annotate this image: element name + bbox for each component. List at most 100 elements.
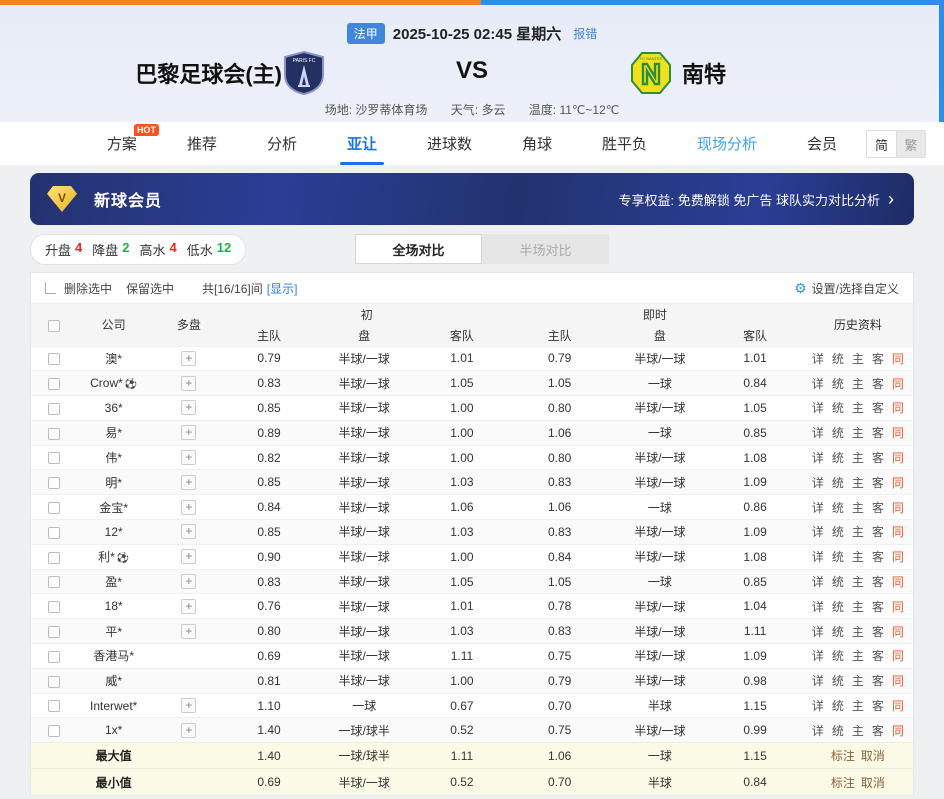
history-link-主[interactable]: 主 — [852, 699, 864, 713]
tab-分析[interactable]: 分析 — [267, 122, 297, 165]
history-link-客[interactable]: 客 — [872, 377, 884, 391]
history-link-客[interactable]: 客 — [872, 426, 884, 440]
expand-odds-button[interactable]: + — [181, 351, 196, 366]
history-link-详[interactable]: 详 — [812, 501, 824, 515]
row-checkbox[interactable] — [48, 725, 60, 737]
company-name[interactable]: 盈* — [105, 575, 122, 589]
history-link-详[interactable]: 详 — [812, 600, 824, 614]
history-link-同[interactable]: 同 — [892, 724, 904, 738]
history-link-客[interactable]: 客 — [872, 600, 884, 614]
settings-customize-button[interactable]: ⚙ 设置/选择自定义 — [794, 280, 899, 297]
history-link-统[interactable]: 统 — [832, 501, 844, 515]
tab-亚让[interactable]: 亚让 — [347, 122, 377, 165]
company-name[interactable]: 利* — [98, 550, 115, 564]
history-link-主[interactable]: 主 — [852, 377, 864, 391]
history-link-同[interactable]: 同 — [892, 501, 904, 515]
row-checkbox[interactable] — [48, 452, 60, 464]
history-link-统[interactable]: 统 — [832, 575, 844, 589]
company-name[interactable]: 36* — [105, 401, 123, 415]
history-link-同[interactable]: 同 — [892, 451, 904, 465]
history-link-统[interactable]: 统 — [832, 377, 844, 391]
expand-odds-button[interactable]: + — [181, 574, 196, 589]
history-link-客[interactable]: 客 — [872, 649, 884, 663]
company-name[interactable]: 威* — [105, 674, 122, 688]
company-name[interactable]: 1x* — [105, 723, 122, 737]
company-name[interactable]: 伟* — [105, 451, 122, 465]
history-link-主[interactable]: 主 — [852, 674, 864, 688]
row-checkbox[interactable] — [48, 700, 60, 712]
company-name[interactable]: 12* — [105, 525, 123, 539]
company-name[interactable]: 明* — [105, 476, 122, 490]
expand-odds-button[interactable]: + — [181, 376, 196, 391]
history-link-主[interactable]: 主 — [852, 501, 864, 515]
history-link-详[interactable]: 详 — [812, 401, 824, 415]
history-link-同[interactable]: 同 — [892, 625, 904, 639]
keep-selected-button[interactable]: 保留选中 — [126, 280, 174, 297]
history-link-统[interactable]: 统 — [832, 426, 844, 440]
history-link-同[interactable]: 同 — [892, 377, 904, 391]
company-name[interactable]: 平* — [105, 625, 122, 639]
history-link-详[interactable]: 详 — [812, 724, 824, 738]
company-name[interactable]: Interwet* — [90, 699, 137, 713]
history-link-主[interactable]: 主 — [852, 550, 864, 564]
history-link-统[interactable]: 统 — [832, 649, 844, 663]
tab-角球[interactable]: 角球 — [522, 122, 552, 165]
company-name[interactable]: 澳* — [105, 352, 122, 366]
scrollbar-thumb[interactable] — [939, 0, 944, 122]
expand-odds-button[interactable]: + — [181, 624, 196, 639]
tab-现场分析[interactable]: 现场分析 — [697, 122, 757, 165]
tab-会员[interactable]: 会员 — [807, 122, 837, 165]
company-name[interactable]: Crow* — [90, 376, 123, 390]
history-link-主[interactable]: 主 — [852, 401, 864, 415]
history-link-详[interactable]: 详 — [812, 426, 824, 440]
history-link-主[interactable]: 主 — [852, 724, 864, 738]
history-link-客[interactable]: 客 — [872, 674, 884, 688]
company-name[interactable]: 香港马* — [93, 649, 134, 663]
history-link-详[interactable]: 详 — [812, 699, 824, 713]
history-link-客[interactable]: 客 — [872, 525, 884, 539]
row-checkbox[interactable] — [48, 676, 60, 688]
expand-odds-button[interactable]: + — [181, 549, 196, 564]
history-link-详[interactable]: 详 — [812, 550, 824, 564]
tab-胜平负[interactable]: 胜平负 — [602, 122, 647, 165]
history-link-统[interactable]: 统 — [832, 674, 844, 688]
history-link-同[interactable]: 同 — [892, 426, 904, 440]
tab-方案[interactable]: 方案HOT — [107, 122, 137, 165]
history-link-客[interactable]: 客 — [872, 501, 884, 515]
history-link-详[interactable]: 详 — [812, 451, 824, 465]
select-all-checkbox[interactable] — [45, 283, 56, 294]
row-checkbox[interactable] — [48, 428, 60, 440]
history-link-统[interactable]: 统 — [832, 476, 844, 490]
history-link-详[interactable]: 详 — [812, 525, 824, 539]
expand-odds-button[interactable]: + — [181, 450, 196, 465]
history-link-同[interactable]: 同 — [892, 525, 904, 539]
history-link-详[interactable]: 详 — [812, 352, 824, 366]
history-link-同[interactable]: 同 — [892, 401, 904, 415]
history-link-客[interactable]: 客 — [872, 476, 884, 490]
history-link-客[interactable]: 客 — [872, 352, 884, 366]
vip-banner[interactable]: V 新球会员 专享权益: 免费解锁 免广告 球队实力对比分析 › — [30, 173, 914, 225]
history-link-客[interactable]: 客 — [872, 625, 884, 639]
summary-link-取消[interactable]: 取消 — [861, 749, 885, 763]
history-link-统[interactable]: 统 — [832, 600, 844, 614]
history-link-统[interactable]: 统 — [832, 525, 844, 539]
expand-odds-button[interactable]: + — [181, 723, 196, 738]
delete-selected-button[interactable]: 删除选中 — [64, 280, 112, 297]
summary-link-标注[interactable]: 标注 — [831, 776, 855, 790]
row-checkbox[interactable] — [48, 353, 60, 365]
company-name[interactable]: 金宝* — [99, 501, 128, 515]
history-link-统[interactable]: 统 — [832, 352, 844, 366]
report-error-link[interactable]: 报错 — [573, 25, 597, 42]
row-checkbox[interactable] — [48, 601, 60, 613]
history-link-统[interactable]: 统 — [832, 451, 844, 465]
history-link-详[interactable]: 详 — [812, 649, 824, 663]
history-link-同[interactable]: 同 — [892, 550, 904, 564]
history-link-客[interactable]: 客 — [872, 401, 884, 415]
history-link-详[interactable]: 详 — [812, 377, 824, 391]
history-link-主[interactable]: 主 — [852, 600, 864, 614]
row-checkbox[interactable] — [48, 477, 60, 489]
summary-link-标注[interactable]: 标注 — [831, 749, 855, 763]
league-badge[interactable]: 法甲 — [347, 23, 385, 44]
expand-odds-button[interactable]: + — [181, 599, 196, 614]
company-name[interactable]: 18* — [105, 599, 123, 613]
